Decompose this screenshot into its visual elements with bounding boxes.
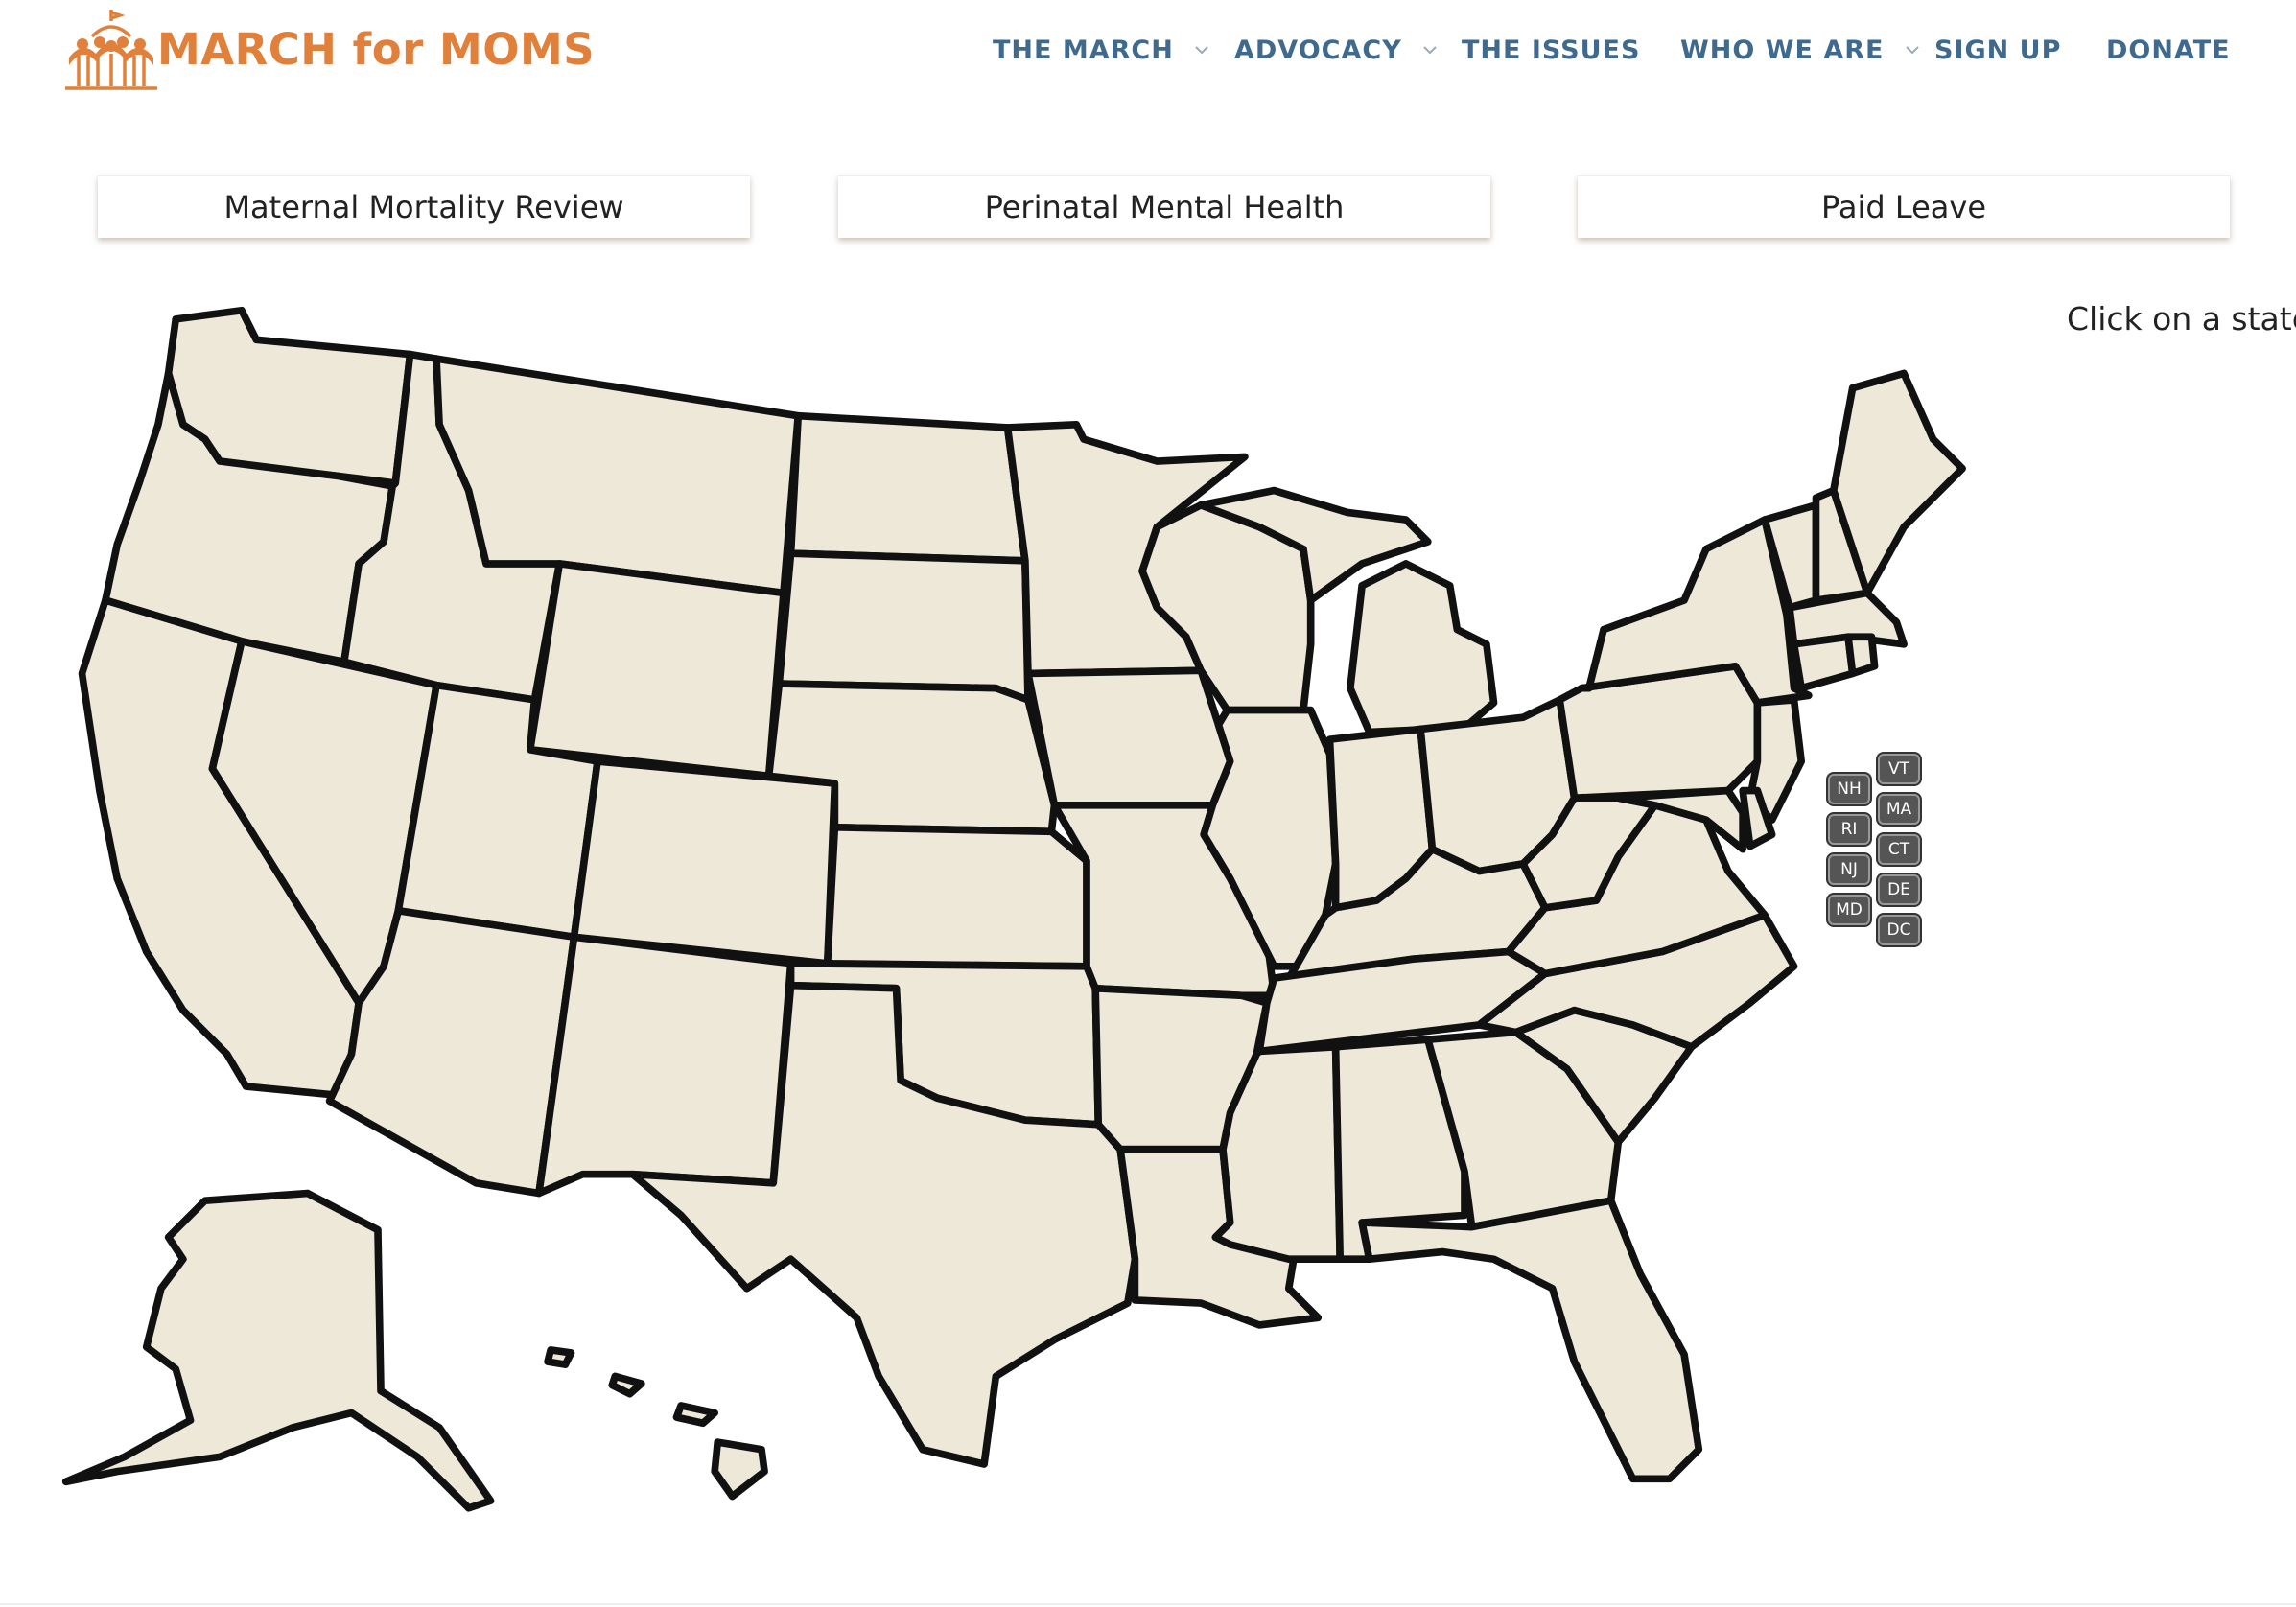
nav-who-we-are[interactable]: WHO WE ARE (1680, 29, 1921, 71)
nav-label: THE MARCH (993, 35, 1174, 65)
badge-label: NJ (1840, 860, 1858, 879)
badge-nh[interactable]: NH (1828, 774, 1870, 804)
badge-label: MA (1886, 800, 1912, 819)
brand-name: MARCH for MOMS (157, 23, 596, 75)
badge-label: NH (1837, 780, 1862, 799)
map-hint: Click on a state (2067, 300, 2296, 338)
state-co[interactable] (570, 757, 839, 967)
badge-label: DE (1887, 880, 1910, 899)
state-ak[interactable] (61, 1189, 495, 1512)
state-mi[interactable] (1347, 560, 1498, 736)
us-map (61, 306, 1966, 1512)
badge-ct[interactable]: CT (1878, 834, 1920, 865)
chevron-down-icon (1195, 46, 1208, 55)
badge-nj[interactable]: NJ (1828, 854, 1870, 885)
badge-label: DC (1886, 920, 1911, 940)
nav-the-march[interactable]: THE MARCH (993, 29, 1210, 71)
chevron-down-icon (1423, 46, 1437, 55)
logo[interactable]: MARCH for MOMS (59, 8, 595, 90)
nav-label: SIGN UP (1934, 35, 2062, 65)
badge-de[interactable]: DE (1878, 874, 1920, 905)
nav-sign-up[interactable]: SIGN UP (1934, 29, 2061, 71)
badge-ri[interactable]: RI (1828, 814, 1870, 845)
state-ct[interactable] (1790, 633, 1857, 692)
state-nd[interactable] (786, 411, 1029, 565)
nav-label: WHO WE ARE (1680, 35, 1885, 65)
divider (0, 1603, 2296, 1605)
state-nm[interactable] (535, 933, 795, 1198)
capitol-logo-icon (65, 10, 157, 90)
badge-dc[interactable]: DC (1878, 915, 1920, 945)
tab-label: Perinatal Mental Health (984, 189, 1345, 225)
badge-vt[interactable]: VT (1878, 754, 1920, 784)
badge-label: CT (1887, 840, 1910, 859)
tab-maternal-mortality-review[interactable]: Maternal Mortality Review (98, 175, 750, 238)
tab-label: Paid Leave (1820, 189, 1987, 225)
nav-label: DONATE (2106, 35, 2231, 65)
state-sd[interactable] (775, 549, 1032, 704)
state-hi[interactable] (544, 1346, 768, 1501)
nav-label: THE ISSUES (1462, 35, 1641, 65)
badge-label: VT (1887, 759, 1909, 779)
tab-label: Maternal Mortality Review (223, 189, 624, 225)
badge-label: MD (1836, 900, 1863, 920)
tab-paid-leave[interactable]: Paid Leave (1578, 175, 2230, 238)
tab-perinatal-mental-health[interactable]: Perinatal Mental Health (838, 175, 1490, 238)
chevron-down-icon (1905, 46, 1919, 55)
state-fl[interactable] (1358, 1197, 1703, 1483)
state-wy[interactable] (526, 560, 787, 780)
state-me[interactable] (1829, 369, 1966, 597)
nav-the-issues[interactable]: THE ISSUES (1462, 29, 1640, 71)
state-ks[interactable] (823, 823, 1090, 970)
nav-label: ADVOCACY (1234, 35, 1402, 65)
state-mt[interactable] (433, 355, 803, 597)
badge-ma[interactable]: MA (1878, 794, 1920, 825)
nav-donate[interactable]: DONATE (2106, 29, 2231, 71)
badge-md[interactable]: MD (1828, 895, 1870, 925)
badge-label: RI (1840, 820, 1858, 839)
nav-advocacy[interactable]: ADVOCACY (1234, 29, 1439, 71)
state-ia[interactable] (1024, 666, 1234, 809)
state-ri[interactable] (1844, 633, 1879, 678)
